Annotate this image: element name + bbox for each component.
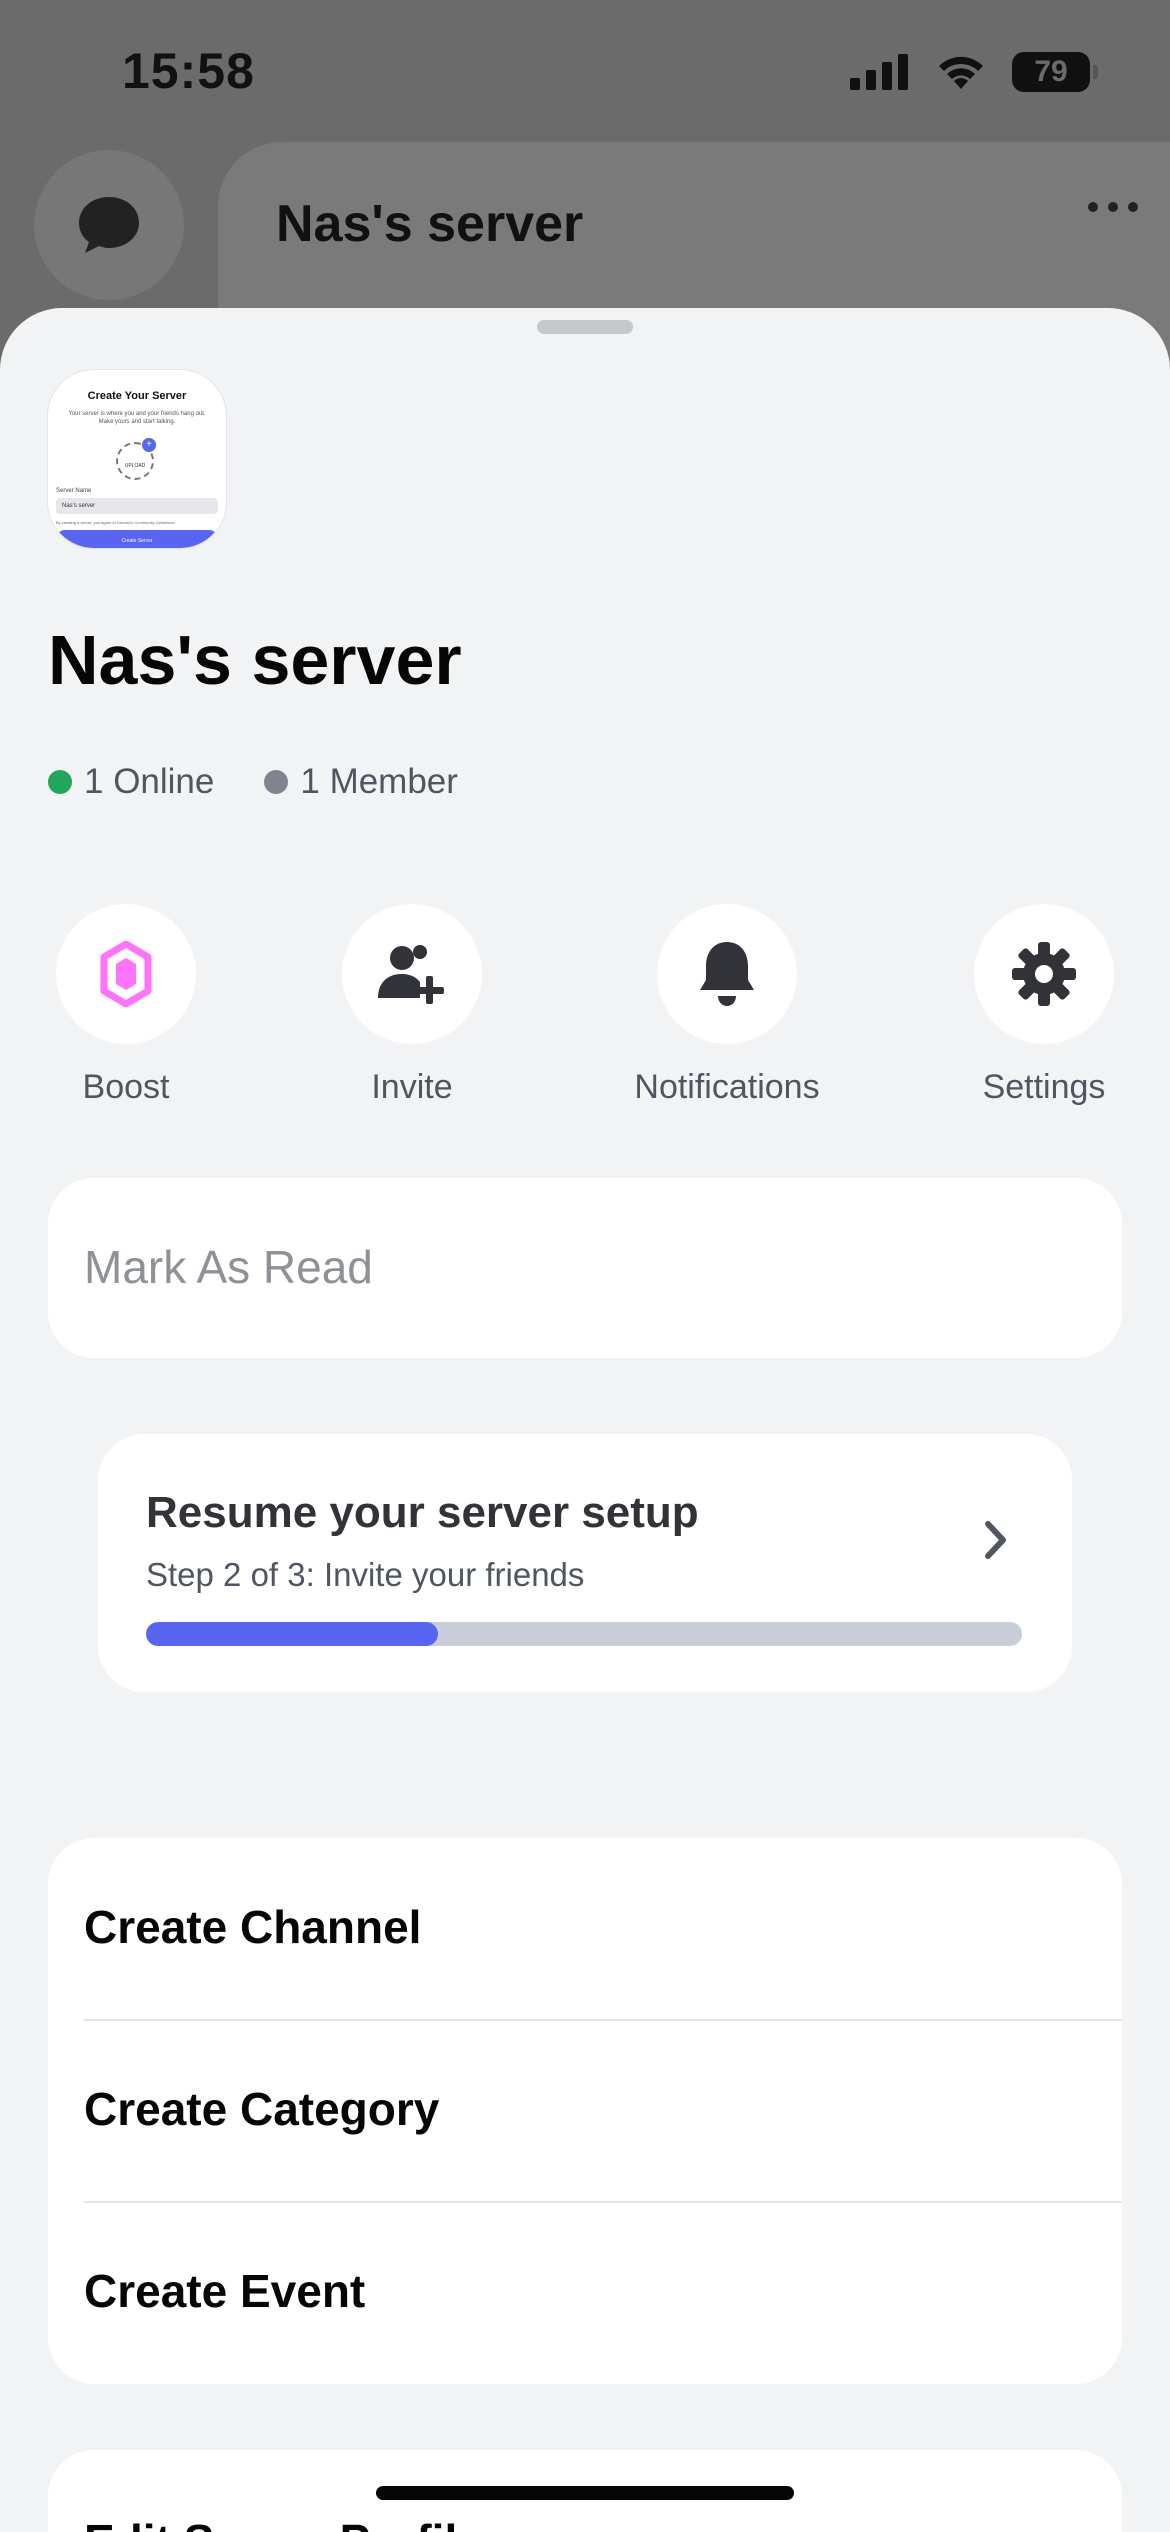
- home-indicator: [376, 2486, 794, 2500]
- invite-label: Invite: [371, 1068, 453, 1106]
- setup-step: Step 2 of 3: Invite your friends: [146, 1556, 585, 1593]
- notifications-button[interactable]: Notifications: [607, 904, 847, 1107]
- setup-title: Resume your server setup: [146, 1488, 699, 1537]
- server-presence: 1 Online 1 Member: [48, 762, 458, 802]
- signal-icon: [850, 54, 908, 90]
- wifi-icon: [939, 56, 983, 89]
- boost-gem-icon: [100, 941, 152, 1007]
- invite-user-icon: [378, 945, 444, 1004]
- sheet-drag-handle[interactable]: [537, 320, 633, 334]
- create-category-label: Create Category: [84, 2083, 440, 2135]
- server-setup-card[interactable]: Resume your server setup Step 2 of 3: In…: [98, 1434, 1072, 1692]
- create-channel-button[interactable]: Create Channel: [48, 1838, 1122, 2020]
- invite-circle[interactable]: [342, 904, 482, 1044]
- thumbnail-field-label: Server Name: [56, 488, 92, 494]
- setup-progress-bar: [146, 1622, 1022, 1646]
- server-actions-sheet: Create Your Server Your server is where …: [0, 308, 1170, 2532]
- chat-bubble-icon: [79, 197, 139, 253]
- server-icon: Create Your Server Your server is where …: [48, 370, 226, 548]
- bell-icon: [700, 942, 754, 1006]
- create-event-button[interactable]: Create Event: [48, 2202, 1122, 2384]
- invite-button[interactable]: Invite: [292, 904, 532, 1107]
- thumbnail-field: Nas's server: [56, 498, 218, 514]
- mark-as-read-button[interactable]: Mark As Read: [48, 1178, 1122, 1358]
- more-dot: [1128, 202, 1138, 212]
- battery-icon: 79: [1012, 52, 1098, 92]
- status-icons: 79: [850, 52, 1098, 92]
- gear-icon: [1012, 942, 1076, 1006]
- create-options-list: Create Channel Create Category Create Ev…: [48, 1838, 1122, 2384]
- thumbnail-button: Create Server: [56, 530, 218, 548]
- settings-label: Settings: [982, 1068, 1106, 1106]
- settings-button[interactable]: Settings: [924, 904, 1164, 1107]
- create-event-label: Create Event: [84, 2265, 366, 2317]
- battery-cap: [1093, 65, 1098, 79]
- server-header-title: Nas's server: [276, 195, 584, 253]
- boost-label: Boost: [82, 1068, 170, 1106]
- member-dot-icon: [264, 770, 289, 794]
- status-time: 15:58: [122, 43, 255, 99]
- thumbnail-plus-icon: +: [142, 438, 156, 452]
- thumbnail-description: Your server is where you and your friend…: [68, 411, 206, 425]
- create-category-button[interactable]: Create Category: [48, 2020, 1122, 2202]
- member-count: 1 Member: [300, 762, 458, 801]
- thumbnail-terms: By creating a server, you agree to Disco…: [56, 520, 175, 525]
- more-dot: [1088, 202, 1098, 212]
- boost-circle[interactable]: [56, 904, 196, 1044]
- edit-server-profile-label: Edit Server Profile: [84, 2514, 483, 2532]
- notifications-circle[interactable]: [657, 904, 797, 1044]
- thumbnail-title: Create Your Server: [87, 390, 187, 402]
- online-count: 1 Online: [84, 762, 215, 801]
- online-dot-icon: [48, 770, 72, 794]
- direct-messages-button[interactable]: [34, 150, 184, 300]
- status-bar: 15:58 79: [0, 0, 1170, 140]
- thumbnail-upload-label: UPLOAD: [124, 463, 146, 469]
- battery-level: 79: [1034, 55, 1068, 88]
- more-options-icon[interactable]: [1088, 202, 1138, 212]
- notifications-label: Notifications: [634, 1068, 820, 1106]
- boost-button[interactable]: Boost: [6, 904, 246, 1107]
- mark-as-read-label: Mark As Read: [84, 1241, 373, 1293]
- chevron-right-icon: [985, 1521, 1006, 1559]
- setup-progress-fill: [146, 1622, 438, 1646]
- more-dot: [1108, 202, 1118, 212]
- create-channel-label: Create Channel: [84, 1901, 422, 1953]
- server-name: Nas's server: [48, 621, 462, 699]
- settings-circle[interactable]: [974, 904, 1114, 1044]
